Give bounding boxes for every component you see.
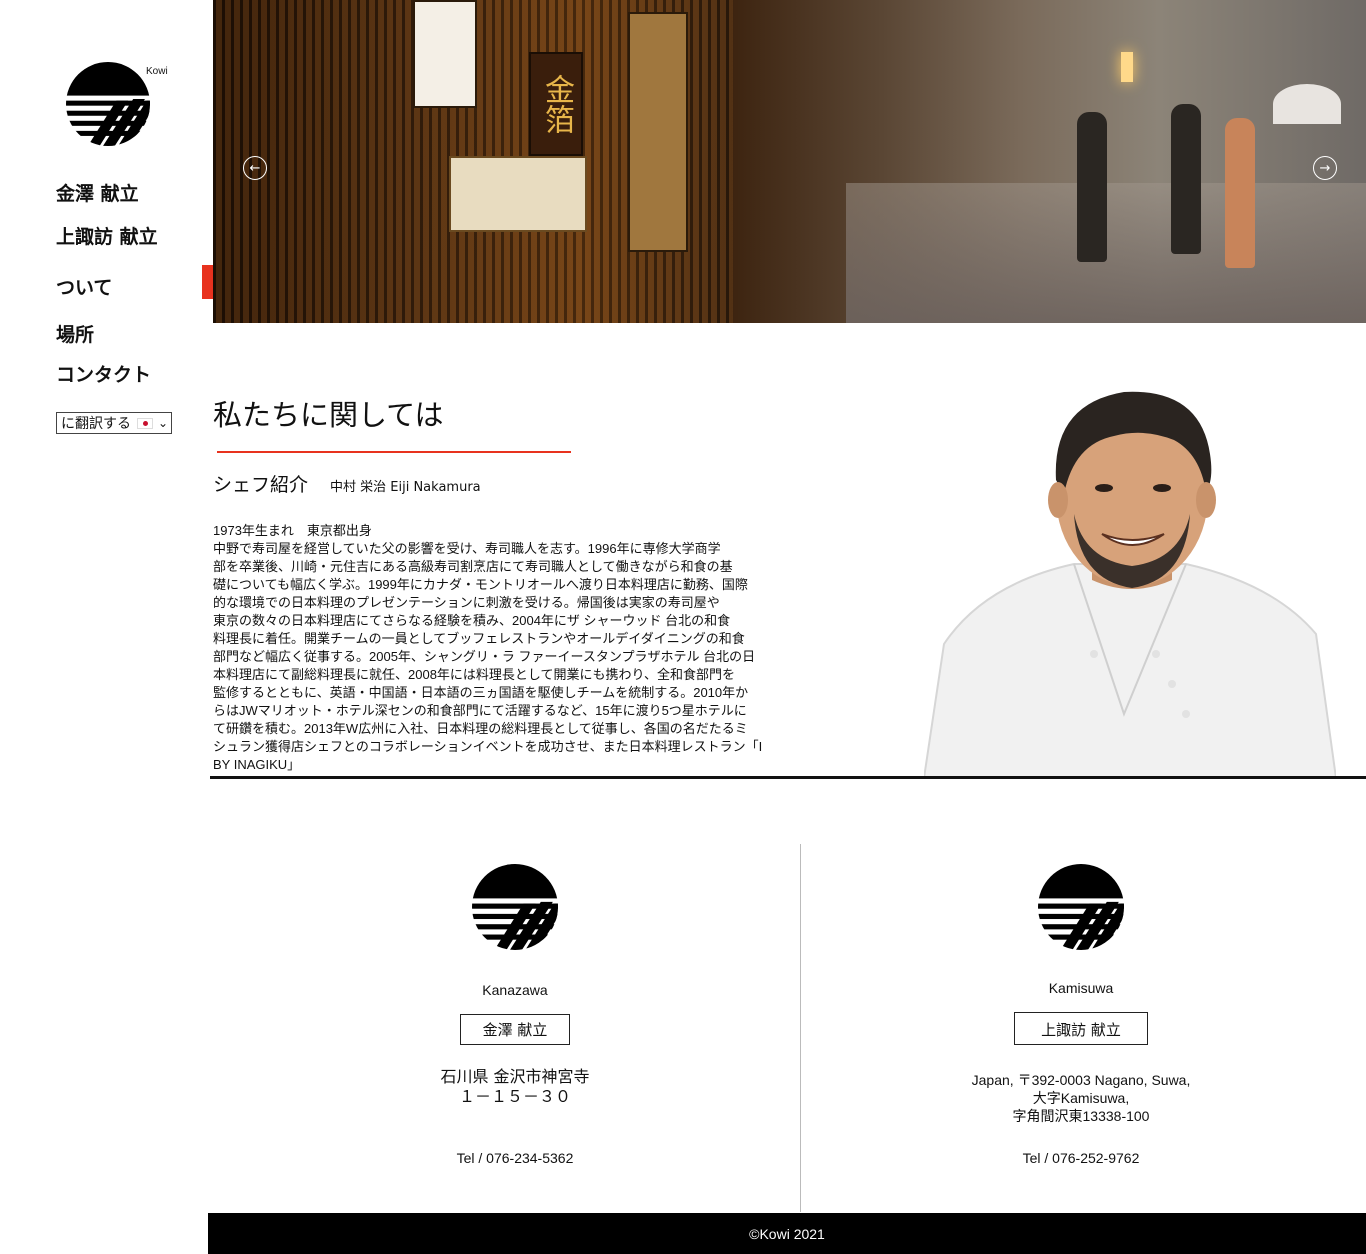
- location-name: Kanazawa: [482, 982, 548, 998]
- nav-item-about[interactable]: ついて: [56, 273, 112, 300]
- location-phone[interactable]: Tel / 076-234-5362: [305, 1150, 725, 1166]
- bio-line: BY INAGIKU」: [213, 757, 301, 772]
- bio-line: 中野で寿司屋を経営していた父の影響を受け、寿司職人を志す。1996年に専修大学商…: [213, 541, 721, 556]
- kowi-logo: [472, 864, 558, 950]
- hero-slideshow: 金箔 ← →: [213, 0, 1366, 323]
- bio-line: て研鑽を積む。2013年W広州に入社、日本料理の総料理長として従事し、各国の名だ…: [213, 721, 748, 736]
- sidebar: Kowi 金澤 献立 上諏訪 献立 ついて 場所 コンタクト に翻訳する ⌄: [0, 0, 213, 780]
- address-line: 字角間沢東13338-100: [1012, 1108, 1150, 1124]
- hero-umbrella: [1273, 84, 1341, 124]
- address-line: 大字Kamisuwa,: [1032, 1090, 1130, 1106]
- nav-item-contact[interactable]: コンタクト: [56, 360, 151, 387]
- section-divider: [210, 776, 1366, 779]
- footer: ©Kowi 2021: [208, 1213, 1366, 1254]
- nav-active-indicator: [202, 265, 213, 299]
- kamisuwa-menu-button[interactable]: 上諏訪 献立: [1014, 1012, 1148, 1045]
- bio-line: 1973年生まれ 東京都出身: [213, 523, 372, 538]
- address-line: 石川県 金沢市神宮寺: [440, 1067, 590, 1086]
- slideshow-prev-button[interactable]: ←: [243, 156, 267, 180]
- hero-shop-sign: 金箔: [529, 52, 583, 156]
- address-line: Japan, 〒392-0003 Nagano, Suwa,: [971, 1072, 1191, 1088]
- location-kamisuwa: Kamisuwa 上諏訪 献立 Japan, 〒392-0003 Nagano,…: [871, 864, 1291, 1166]
- page-title: 私たちに関しては: [213, 398, 444, 432]
- bio-line: らはJWマリオット・ホテル深センの和食部門にて活躍するなど、15年に渡り5つ星ホ…: [213, 703, 747, 718]
- hero-lantern: [413, 0, 477, 108]
- chevron-down-icon: ⌄: [157, 416, 168, 430]
- bio-line: 礎についても幅広く学ぶ。1999年にカナダ・モントリオールへ渡り日本料理店に勤務…: [213, 577, 748, 592]
- kowi-logo[interactable]: [66, 62, 150, 146]
- bio-line: 的な環境での日本料理のプレゼンテーションに刺激を受ける。帰国後は実家の寿司屋や: [213, 595, 720, 610]
- bio-line: 部を卒業後、川崎・元住吉にある高級寿司割烹店にて寿司職人として働きながら和食の基: [213, 559, 733, 574]
- chef-label: シェフ紹介: [213, 474, 309, 496]
- bio-line: 本料理店にて副総料理長に就任、2008年には料理長として開業にも携わり、全和食部…: [213, 667, 736, 682]
- hero-street-lamp: [1121, 52, 1133, 82]
- japan-flag-icon: [137, 417, 153, 429]
- location-phone[interactable]: Tel / 076-252-9762: [871, 1150, 1291, 1166]
- hero-notice-board: [449, 156, 587, 232]
- title-underline: [217, 451, 571, 453]
- copyright-text: ©Kowi 2021: [749, 1225, 825, 1242]
- chef-photo: [924, 391, 1336, 778]
- slideshow-next-button[interactable]: →: [1313, 156, 1337, 180]
- hero-pedestrian: [1171, 104, 1201, 254]
- location-kanazawa: Kanazawa 金澤 献立 石川県 金沢市神宮寺 １－１５－３０ Tel / …: [305, 864, 725, 1166]
- hero-pedestrian: [1077, 112, 1107, 262]
- bio-line: 東京の数々の日本料理店にてさらなる経験を積み、2004年にザ シャーウッド 台北…: [213, 613, 731, 628]
- kanazawa-menu-button[interactable]: 金澤 献立: [460, 1014, 570, 1045]
- bio-line: 部門など幅広く従事する。2005年、シャングリ・ラ ファーイースタンプラザホテル…: [213, 649, 756, 664]
- hero-pedestrian: [1225, 118, 1255, 268]
- nav-item-location[interactable]: 場所: [56, 320, 94, 347]
- translate-label: に翻訳する: [61, 416, 131, 432]
- locations-divider: [800, 844, 801, 1212]
- nav-item-kanazawa-menu[interactable]: 金澤 献立: [56, 179, 139, 206]
- bio-line: シュラン獲得店シェフとのコラボレーションイベントを成功させ、また日本料理レストラ…: [213, 739, 763, 754]
- location-address: 石川県 金沢市神宮寺 １－１５－３０: [305, 1067, 725, 1107]
- bio-line: 料理長に着任。開業チームの一員としてブッフェレストランやオールデイダイニングの和…: [213, 631, 745, 646]
- location-name: Kamisuwa: [1048, 980, 1114, 996]
- chef-bio: 1973年生まれ 東京都出身 中野で寿司屋を経営していた父の影響を受け、寿司職人…: [213, 522, 791, 774]
- brand-name: Kowi: [146, 66, 168, 77]
- address-line: １－１５－３０: [458, 1087, 571, 1106]
- bio-line: 監修するとともに、英語・中国語・日本語の三ヵ国語を駆使しチームを統制する。201…: [213, 685, 749, 700]
- chef-heading: シェフ紹介 中村 栄治 Eiji Nakamura: [213, 470, 481, 497]
- chef-name: 中村 栄治 Eiji Nakamura: [330, 480, 481, 495]
- location-address: Japan, 〒392-0003 Nagano, Suwa, 大字Kamisuw…: [871, 1071, 1291, 1125]
- nav-item-kamisuwa-menu[interactable]: 上諏訪 献立: [56, 222, 158, 249]
- kowi-logo: [1038, 864, 1124, 950]
- translate-select[interactable]: に翻訳する ⌄: [56, 412, 172, 434]
- hero-wooden-sign: [628, 12, 688, 252]
